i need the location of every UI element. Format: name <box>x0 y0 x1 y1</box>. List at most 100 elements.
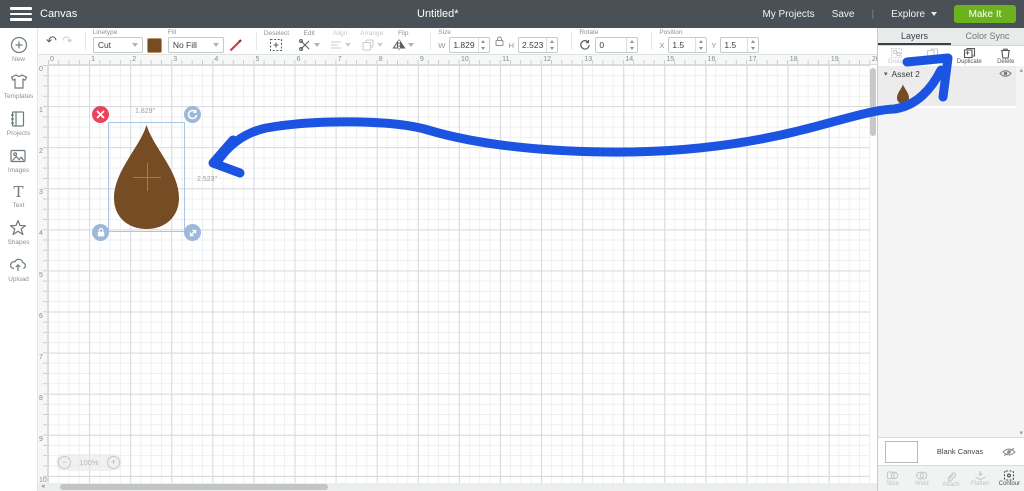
sidebar-item-shapes[interactable]: Shapes <box>7 218 30 246</box>
resize-icon <box>189 229 196 236</box>
explore-menu[interactable]: Explore <box>891 9 937 20</box>
sidebar-item-text[interactable]: T Text <box>13 183 25 209</box>
y-input[interactable]: 1.5 <box>720 37 760 53</box>
fill-value: No Fill <box>172 40 197 50</box>
sidebar-label: Upload <box>8 276 29 283</box>
eye-off-icon[interactable] <box>1002 447 1016 457</box>
align-button[interactable]: Align <box>329 30 352 52</box>
canvas-area[interactable]: 0 1 2 3 4 5 6 7 8 9 10 11 12 13 14 15 16 17 18 19 20 0123456… <box>38 55 880 491</box>
delete-button[interactable]: Delete <box>988 46 1024 66</box>
selection-height-label: 2.523" <box>197 176 218 183</box>
v-scrollbar-thumb[interactable] <box>870 68 876 136</box>
sidebar-item-images[interactable]: Images <box>8 146 29 174</box>
document-title[interactable]: Untitled* <box>417 8 459 20</box>
redo-button[interactable]: ↷ <box>62 33 73 49</box>
fill-select[interactable]: No Fill <box>167 37 224 53</box>
panel-tabs: Layers Color Sync <box>878 28 1024 46</box>
save-link[interactable]: Save <box>832 9 855 20</box>
linetype-select[interactable]: Cut <box>92 37 143 53</box>
collapse-icon[interactable]: ▾ <box>884 70 888 78</box>
sidebar-item-upload[interactable]: Upload <box>8 255 29 283</box>
duplicate-button[interactable]: Duplicate <box>951 46 988 66</box>
left-sidebar: New Templates Projects Images T Text Sha… <box>0 28 38 491</box>
align-icon <box>331 40 342 49</box>
h-scrollbar-thumb[interactable] <box>60 484 328 490</box>
eye-icon[interactable] <box>999 69 1012 78</box>
scroll-up-icon[interactable]: ▴ <box>1019 66 1023 74</box>
height-value: 2.523 <box>522 40 544 50</box>
zoom-level: 100% <box>79 458 99 467</box>
canvas-menu-label[interactable]: Canvas <box>40 8 77 20</box>
linetype-color-swatch[interactable] <box>146 37 162 53</box>
lock-ratio-icon[interactable] <box>494 35 505 47</box>
rotate-handle[interactable] <box>184 106 201 123</box>
shapes-icon <box>10 219 27 236</box>
layer-group-header[interactable]: ▾ Asset 2 <box>878 66 1016 81</box>
deselect-button[interactable]: Deselect <box>264 30 289 52</box>
ungroup-label: Ungroup <box>921 59 945 65</box>
menu-icon[interactable] <box>10 7 32 21</box>
make-it-button[interactable]: Make It <box>954 5 1016 23</box>
canvas-grid[interactable]: 1.829" 2.523" − 100% + <box>48 65 870 483</box>
resize-handle[interactable] <box>184 224 201 241</box>
panel-scrollbar[interactable]: ▴ ▾ <box>1016 66 1023 437</box>
deselect-icon <box>270 38 283 51</box>
tshirt-icon <box>10 74 27 89</box>
attach-label: Attach <box>942 481 960 488</box>
h-ruler: 0 1 2 3 4 5 6 7 8 9 10 11 12 13 14 15 16 17 18 19 20 <box>48 55 880 65</box>
stepper-icon[interactable] <box>626 38 637 52</box>
x-input[interactable]: 1.5 <box>668 37 708 53</box>
undo-button[interactable]: ↶ <box>46 33 57 49</box>
layer-group-name: Asset 2 <box>891 68 920 79</box>
stepper-icon[interactable] <box>695 38 706 52</box>
sidebar-item-projects[interactable]: Projects <box>7 109 30 137</box>
stepper-icon[interactable] <box>546 38 557 52</box>
canvas-color-swatch[interactable] <box>885 440 918 463</box>
zoom-in-button[interactable]: + <box>107 456 120 469</box>
edit-button[interactable]: Edit <box>298 30 321 52</box>
height-input[interactable]: 2.523 <box>518 37 559 53</box>
height-label: H <box>508 40 515 50</box>
delete-handle[interactable] <box>92 106 109 123</box>
pen-icon[interactable] <box>228 38 243 53</box>
chevron-down-icon <box>345 42 352 47</box>
flatten-button[interactable]: Flatten <box>966 466 995 491</box>
slice-button[interactable]: Slice <box>878 466 907 491</box>
group-button[interactable]: Group <box>878 46 915 66</box>
tab-layers[interactable]: Layers <box>878 28 951 45</box>
stepper-icon[interactable] <box>477 38 489 52</box>
my-projects-link[interactable]: My Projects <box>762 9 814 20</box>
rotate-input[interactable]: 0 <box>595 37 639 53</box>
scroll-left-icon[interactable]: ◂ <box>41 483 45 491</box>
arrange-icon <box>362 38 374 51</box>
duplicate-icon <box>963 47 975 59</box>
linetype-group: Linetype Cut <box>92 29 162 53</box>
sidebar-label: New <box>11 56 25 63</box>
panel-footer: Slice Weld Attach Flatten Contour <box>878 465 1024 491</box>
v-ruler: 0 1 2 3 4 5 6 7 8 9 10 <box>38 65 48 484</box>
contour-button[interactable]: Contour <box>995 466 1024 491</box>
layer-item[interactable] <box>878 81 1016 108</box>
flip-button[interactable]: Flip <box>392 30 415 52</box>
rotate-label: Rotate <box>579 29 599 36</box>
ungroup-button[interactable]: Ungroup <box>915 46 952 66</box>
sidebar-item-templates[interactable]: Templates <box>4 72 33 100</box>
position-group: Position X 1.5 Y 1.5 <box>659 29 760 53</box>
stepper-icon[interactable] <box>747 38 758 52</box>
weld-button[interactable]: Weld <box>907 466 936 491</box>
tab-color-sync[interactable]: Color Sync <box>951 28 1024 45</box>
ruler-corner <box>38 55 48 65</box>
arrange-label: Arrange <box>360 30 384 37</box>
sidebar-item-new[interactable]: New <box>9 35 29 63</box>
width-input[interactable]: 1.829 <box>449 37 490 53</box>
scroll-down-icon[interactable]: ▾ <box>1019 429 1023 437</box>
zoom-out-button[interactable]: − <box>58 456 71 469</box>
attach-button[interactable]: Attach <box>936 466 965 491</box>
chevron-down-icon <box>376 42 383 47</box>
text-icon: T <box>13 183 24 201</box>
h-scrollbar[interactable]: ◂ <box>38 483 877 491</box>
layer-thumbnail-teardrop <box>896 83 910 104</box>
lock-handle[interactable] <box>92 224 109 241</box>
arrange-button[interactable]: Arrange <box>360 30 383 52</box>
close-icon <box>96 110 105 119</box>
